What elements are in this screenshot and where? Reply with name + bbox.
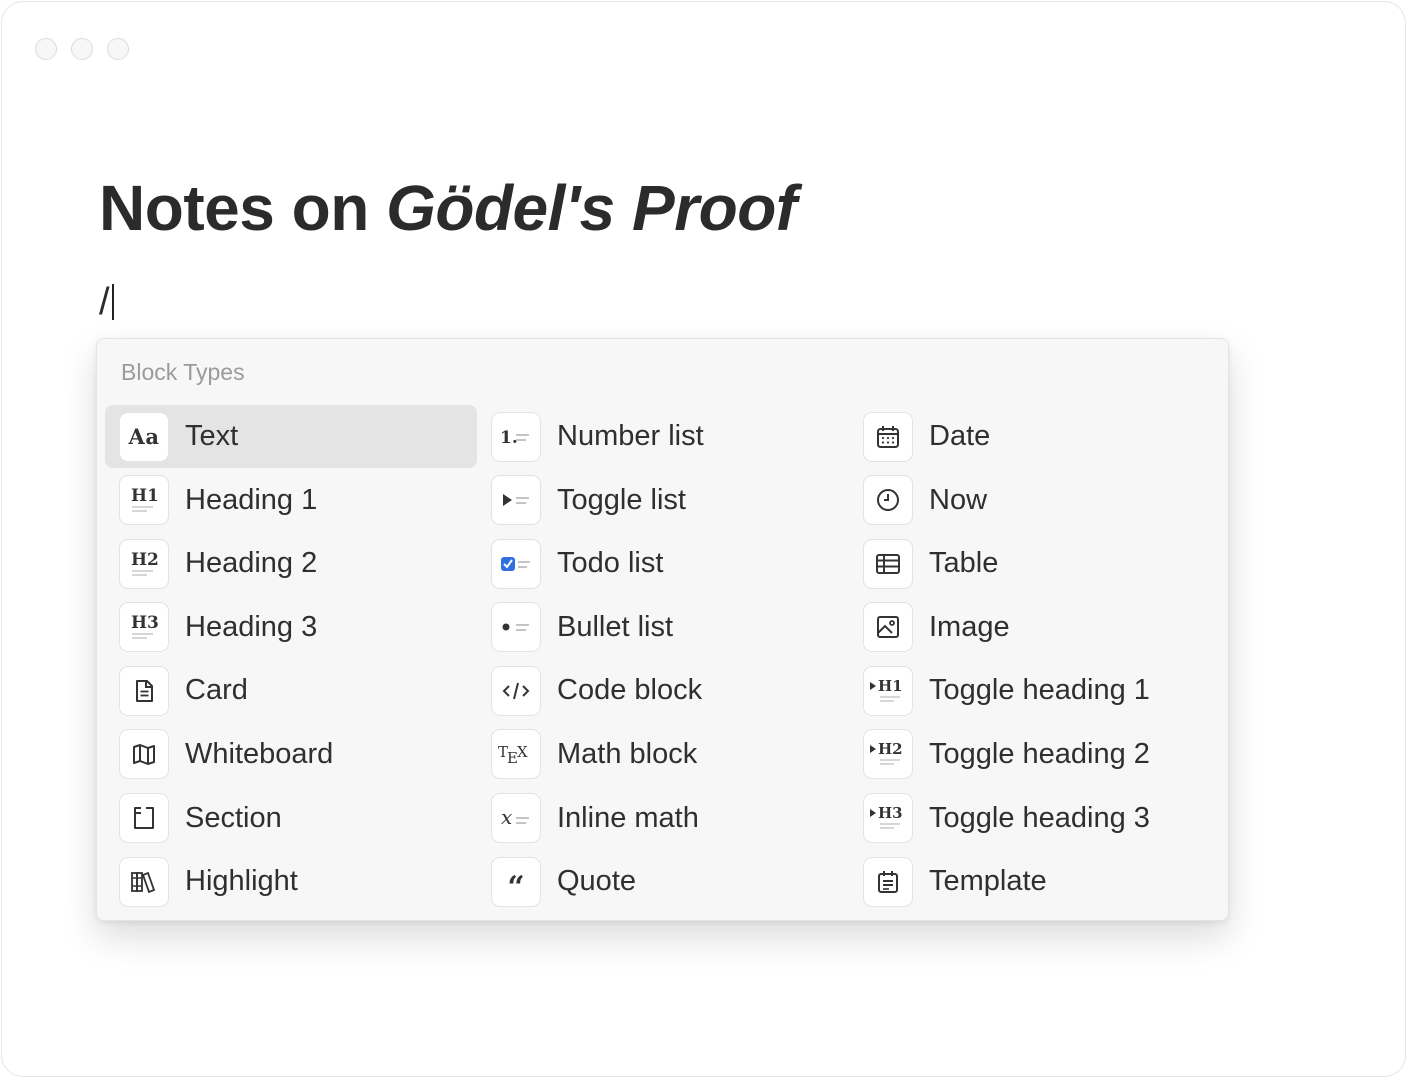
menu-item-heading-2[interactable]: H2 Heading 2 (105, 532, 477, 595)
text-aa-icon: Aa (119, 411, 169, 462)
menu-item-todo-list[interactable]: Todo list (477, 532, 849, 595)
menu-item-date[interactable]: Date (849, 405, 1221, 468)
menu-item-card[interactable]: Card (105, 659, 477, 722)
page-title-italic: Gödel's Proof (386, 172, 797, 244)
menu-item-label: Toggle heading 3 (929, 801, 1150, 834)
menu-item-toggle-list[interactable]: Toggle list (477, 469, 849, 532)
menu-item-code-block[interactable]: Code block (477, 659, 849, 722)
whiteboard-map-icon (119, 729, 169, 780)
svg-text:x: x (501, 805, 512, 829)
svg-text:H2: H2 (878, 740, 903, 758)
menu-item-template[interactable]: Template (849, 850, 1221, 913)
toggle-heading-2-icon: H2 (863, 729, 913, 780)
menu-item-math-block[interactable]: T E X Math block (477, 723, 849, 786)
menu-item-label: Text (185, 420, 239, 452)
svg-text:X: X (517, 743, 528, 761)
menu-item-label: Inline math (557, 801, 699, 834)
menu-item-whiteboard[interactable]: Whiteboard (105, 723, 477, 786)
menu-item-label: Math block (557, 737, 698, 770)
menu-item-section[interactable]: Section (105, 787, 477, 850)
menu-item-bullet-list[interactable]: Bullet list (477, 596, 849, 659)
minimize-window-button[interactable] (71, 38, 93, 60)
block-types-grid: Aa Text 1. Number list Date H1 Heading 1 Toggle… (105, 405, 1221, 914)
menu-item-label: Code block (557, 674, 703, 707)
text-caret (111, 284, 114, 320)
menu-item-number-list[interactable]: 1. Number list (477, 405, 849, 468)
template-icon (863, 856, 913, 907)
menu-item-label: Template (929, 865, 1047, 898)
table-icon (863, 538, 913, 589)
window-controls (35, 38, 129, 60)
menu-item-quote[interactable]: “ Quote (477, 850, 849, 913)
zoom-window-button[interactable] (107, 38, 129, 60)
menu-item-label: Toggle heading 2 (929, 737, 1150, 770)
calendar-icon (863, 411, 913, 462)
tex-icon: TEX (491, 729, 541, 780)
close-window-button[interactable] (35, 38, 57, 60)
svg-text:H3: H3 (878, 804, 903, 822)
menu-item-label: Highlight (185, 865, 298, 898)
menu-item-heading-3[interactable]: H3 Heading 3 (105, 596, 477, 659)
svg-text:H2: H2 (131, 550, 159, 570)
todo-list-icon (491, 538, 541, 589)
menu-item-table[interactable]: Table (849, 532, 1221, 595)
menu-item-label: Now (929, 483, 988, 516)
block-types-menu: Block Types Aa Text 1. Number list Date H1 Hea… (96, 338, 1229, 921)
menu-item-label: Todo list (557, 547, 664, 580)
section-icon (119, 793, 169, 844)
menu-item-label: Quote (557, 865, 636, 898)
highlight-books-icon (119, 856, 169, 907)
menu-item-toggle-heading-1[interactable]: H1 Toggle heading 1 (849, 659, 1221, 722)
menu-item-label: Heading 2 (185, 547, 318, 580)
heading-2-icon: H2 (119, 538, 169, 589)
svg-text:H3: H3 (131, 613, 159, 633)
page-title-plain: Notes on (99, 172, 387, 244)
menu-item-label: Table (929, 547, 999, 580)
svg-text:1.: 1. (500, 428, 518, 448)
menu-item-inline-math[interactable]: x Inline math (477, 787, 849, 850)
clock-icon (863, 475, 913, 526)
svg-text:H1: H1 (878, 677, 903, 695)
quote-icon: “ (491, 856, 541, 907)
menu-item-image[interactable]: Image (849, 596, 1221, 659)
menu-item-label: Toggle heading 1 (929, 674, 1150, 707)
heading-3-icon: H3 (119, 602, 169, 653)
editor-line[interactable]: / (99, 280, 114, 324)
menu-item-label: Image (929, 610, 1010, 643)
code-icon (491, 665, 541, 716)
menu-item-label: Bullet list (557, 610, 674, 643)
menu-item-label: Toggle list (557, 483, 686, 516)
toggle-list-icon (491, 475, 541, 526)
bullet-list-icon (491, 602, 541, 653)
card-document-icon (119, 665, 169, 716)
toggle-heading-1-icon: H1 (863, 665, 913, 716)
menu-item-label: Number list (557, 420, 704, 452)
page-title[interactable]: Notes on Gödel's Proof (99, 166, 797, 250)
menu-item-toggle-heading-3[interactable]: H3 Toggle heading 3 (849, 787, 1221, 850)
menu-item-label: Date (929, 420, 991, 452)
menu-item-highlight[interactable]: Highlight (105, 850, 477, 913)
menu-item-label: Heading 1 (185, 483, 318, 516)
image-icon (863, 602, 913, 653)
menu-header: Block Types (121, 359, 245, 385)
inline-math-icon: x (491, 793, 541, 844)
number-list-icon: 1. (491, 411, 541, 462)
menu-item-toggle-heading-2[interactable]: H2 Toggle heading 2 (849, 723, 1221, 786)
menu-item-label: Heading 3 (185, 610, 318, 643)
toggle-heading-3-icon: H3 (863, 793, 913, 844)
svg-text:H1: H1 (131, 486, 159, 506)
heading-1-icon: H1 (119, 475, 169, 526)
menu-item-text[interactable]: Aa Text (105, 405, 477, 468)
menu-item-heading-1[interactable]: H1 Heading 1 (105, 469, 477, 532)
menu-item-label: Section (185, 801, 282, 834)
slash-command-text: / (99, 281, 110, 323)
menu-item-now[interactable]: Now (849, 469, 1221, 532)
menu-item-label: Whiteboard (185, 737, 334, 770)
menu-item-label: Card (185, 674, 248, 707)
